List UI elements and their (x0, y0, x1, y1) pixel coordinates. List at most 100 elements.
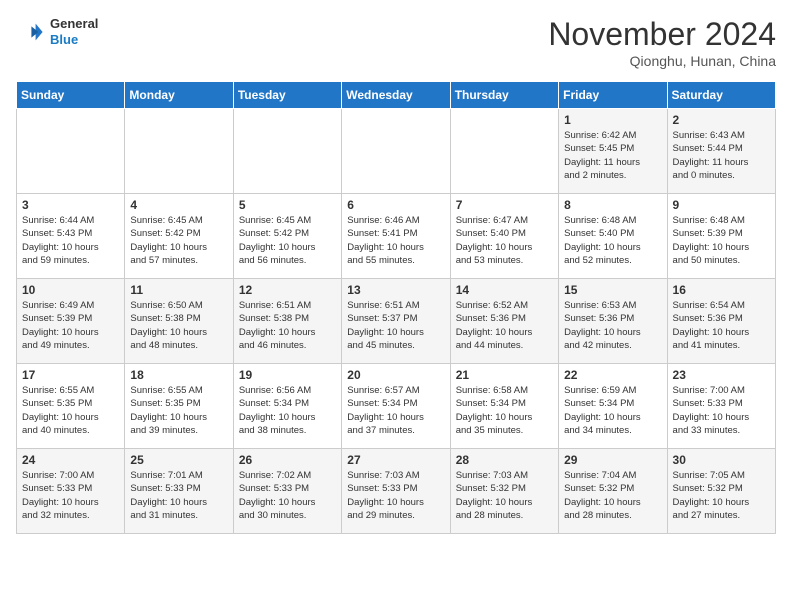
day-info: Sunrise: 7:04 AM Sunset: 5:32 PM Dayligh… (564, 469, 661, 522)
day-info: Sunrise: 6:48 AM Sunset: 5:40 PM Dayligh… (564, 214, 661, 267)
day-number: 16 (673, 283, 770, 297)
day-info: Sunrise: 6:50 AM Sunset: 5:38 PM Dayligh… (130, 299, 227, 352)
calendar-cell: 9Sunrise: 6:48 AM Sunset: 5:39 PM Daylig… (667, 194, 775, 279)
day-number: 9 (673, 198, 770, 212)
day-number: 12 (239, 283, 336, 297)
day-number: 28 (456, 453, 553, 467)
day-number: 21 (456, 368, 553, 382)
calendar-cell: 22 Sunrise: 6:59 AM Sunset: 5:34 PM Dayli… (559, 364, 667, 449)
calendar-cell: 2Sunrise: 6:43 AM Sunset: 5:44 PM Daylig… (667, 109, 775, 194)
calendar-cell: 20 Sunrise: 6:57 AM Sunset: 5:34 PM Dayli… (342, 364, 450, 449)
day-info: Sunrise: 6:51 AM Sunset: 5:38 PM Dayligh… (239, 299, 336, 352)
day-info: Sunrise: 6:58 AM Sunset: 5:34 PM Dayligh… (456, 384, 553, 437)
title-block: November 2024 Qionghu, Hunan, China (548, 16, 776, 69)
day-number: 30 (673, 453, 770, 467)
logo-text: General Blue (50, 16, 98, 47)
day-number: 3 (22, 198, 119, 212)
calendar-cell: 13 Sunrise: 6:51 AM Sunset: 5:37 PM Dayli… (342, 279, 450, 364)
day-number: 13 (347, 283, 444, 297)
day-number: 5 (239, 198, 336, 212)
calendar-cell (450, 109, 558, 194)
calendar-week-row: 10Sunrise: 6:49 AM Sunset: 5:39 PM Dayli… (17, 279, 776, 364)
calendar-cell: 1 Sunrise: 6:42 AM Sunset: 5:45 PM Daylig… (559, 109, 667, 194)
calendar-week-row: 24 Sunrise: 7:00 AM Sunset: 5:33 PM Dayli… (17, 449, 776, 534)
calendar-cell: 21 Sunrise: 6:58 AM Sunset: 5:34 PM Dayli… (450, 364, 558, 449)
calendar-cell: 29 Sunrise: 7:04 AM Sunset: 5:32 PM Dayli… (559, 449, 667, 534)
weekday-header: Wednesday (342, 82, 450, 109)
calendar-cell: 28Sunrise: 7:03 AM Sunset: 5:32 PM Dayli… (450, 449, 558, 534)
day-info: Sunrise: 6:55 AM Sunset: 5:35 PM Dayligh… (130, 384, 227, 437)
weekday-header: Tuesday (233, 82, 341, 109)
calendar-week-row: 17 Sunrise: 6:55 AM Sunset: 5:35 PM Dayli… (17, 364, 776, 449)
logo: General Blue (16, 16, 98, 47)
day-info: Sunrise: 7:02 AM Sunset: 5:33 PM Dayligh… (239, 469, 336, 522)
calendar-cell (17, 109, 125, 194)
day-number: 29 (564, 453, 661, 467)
calendar-cell: 27Sunrise: 7:03 AM Sunset: 5:33 PM Dayli… (342, 449, 450, 534)
day-number: 15 (564, 283, 661, 297)
logo-line1: General (50, 16, 98, 32)
calendar-week-row: 3 Sunrise: 6:44 AM Sunset: 5:43 PM Daylig… (17, 194, 776, 279)
calendar-cell (233, 109, 341, 194)
calendar-cell: 6 Sunrise: 6:46 AM Sunset: 5:41 PM Daylig… (342, 194, 450, 279)
day-number: 1 (564, 113, 661, 127)
day-info: Sunrise: 6:59 AM Sunset: 5:34 PM Dayligh… (564, 384, 661, 437)
day-number: 26 (239, 453, 336, 467)
calendar-header: SundayMondayTuesdayWednesdayThursdayFrid… (17, 82, 776, 109)
day-info: Sunrise: 6:42 AM Sunset: 5:45 PM Dayligh… (564, 129, 661, 182)
day-number: 18 (130, 368, 227, 382)
day-info: Sunrise: 6:57 AM Sunset: 5:34 PM Dayligh… (347, 384, 444, 437)
calendar-cell: 18 Sunrise: 6:55 AM Sunset: 5:35 PM Dayli… (125, 364, 233, 449)
day-number: 22 (564, 368, 661, 382)
day-number: 20 (347, 368, 444, 382)
day-number: 7 (456, 198, 553, 212)
logo-icon (16, 18, 44, 46)
calendar-cell: 10Sunrise: 6:49 AM Sunset: 5:39 PM Dayli… (17, 279, 125, 364)
month-title: November 2024 (548, 16, 776, 53)
day-info: Sunrise: 6:53 AM Sunset: 5:36 PM Dayligh… (564, 299, 661, 352)
calendar-cell: 30 Sunrise: 7:05 AM Sunset: 5:32 PM Dayli… (667, 449, 775, 534)
weekday-header: Monday (125, 82, 233, 109)
day-info: Sunrise: 6:55 AM Sunset: 5:35 PM Dayligh… (22, 384, 119, 437)
day-number: 23 (673, 368, 770, 382)
day-number: 17 (22, 368, 119, 382)
calendar-cell: 3 Sunrise: 6:44 AM Sunset: 5:43 PM Daylig… (17, 194, 125, 279)
calendar-week-row: 1 Sunrise: 6:42 AM Sunset: 5:45 PM Daylig… (17, 109, 776, 194)
day-info: Sunrise: 7:00 AM Sunset: 5:33 PM Dayligh… (22, 469, 119, 522)
day-info: Sunrise: 7:05 AM Sunset: 5:32 PM Dayligh… (673, 469, 770, 522)
calendar-cell: 19 Sunrise: 6:56 AM Sunset: 5:34 PM Dayli… (233, 364, 341, 449)
calendar-cell: 14 Sunrise: 6:52 AM Sunset: 5:36 PM Dayli… (450, 279, 558, 364)
day-info: Sunrise: 6:45 AM Sunset: 5:42 PM Dayligh… (130, 214, 227, 267)
calendar-cell: 5 Sunrise: 6:45 AM Sunset: 5:42 PM Daylig… (233, 194, 341, 279)
calendar-cell: 23Sunrise: 7:00 AM Sunset: 5:33 PM Dayli… (667, 364, 775, 449)
weekday-row: SundayMondayTuesdayWednesdayThursdayFrid… (17, 82, 776, 109)
day-info: Sunrise: 6:51 AM Sunset: 5:37 PM Dayligh… (347, 299, 444, 352)
day-info: Sunrise: 6:54 AM Sunset: 5:36 PM Dayligh… (673, 299, 770, 352)
day-info: Sunrise: 6:52 AM Sunset: 5:36 PM Dayligh… (456, 299, 553, 352)
day-number: 6 (347, 198, 444, 212)
calendar-cell (342, 109, 450, 194)
day-info: Sunrise: 6:56 AM Sunset: 5:34 PM Dayligh… (239, 384, 336, 437)
calendar-cell: 17 Sunrise: 6:55 AM Sunset: 5:35 PM Dayli… (17, 364, 125, 449)
calendar-cell: 12 Sunrise: 6:51 AM Sunset: 5:38 PM Dayli… (233, 279, 341, 364)
calendar-cell: 7Sunrise: 6:47 AM Sunset: 5:40 PM Daylig… (450, 194, 558, 279)
day-number: 10 (22, 283, 119, 297)
day-number: 8 (564, 198, 661, 212)
day-number: 14 (456, 283, 553, 297)
weekday-header: Sunday (17, 82, 125, 109)
day-info: Sunrise: 6:46 AM Sunset: 5:41 PM Dayligh… (347, 214, 444, 267)
day-number: 19 (239, 368, 336, 382)
day-info: Sunrise: 6:45 AM Sunset: 5:42 PM Dayligh… (239, 214, 336, 267)
day-number: 24 (22, 453, 119, 467)
day-number: 2 (673, 113, 770, 127)
calendar-cell: 15 Sunrise: 6:53 AM Sunset: 5:36 PM Dayli… (559, 279, 667, 364)
weekday-header: Thursday (450, 82, 558, 109)
calendar-cell: 24 Sunrise: 7:00 AM Sunset: 5:33 PM Dayli… (17, 449, 125, 534)
calendar-cell: 16 Sunrise: 6:54 AM Sunset: 5:36 PM Dayli… (667, 279, 775, 364)
calendar-cell (125, 109, 233, 194)
day-number: 4 (130, 198, 227, 212)
day-number: 25 (130, 453, 227, 467)
logo-line2: Blue (50, 32, 98, 48)
calendar-cell: 26 Sunrise: 7:02 AM Sunset: 5:33 PM Dayli… (233, 449, 341, 534)
day-info: Sunrise: 6:44 AM Sunset: 5:43 PM Dayligh… (22, 214, 119, 267)
